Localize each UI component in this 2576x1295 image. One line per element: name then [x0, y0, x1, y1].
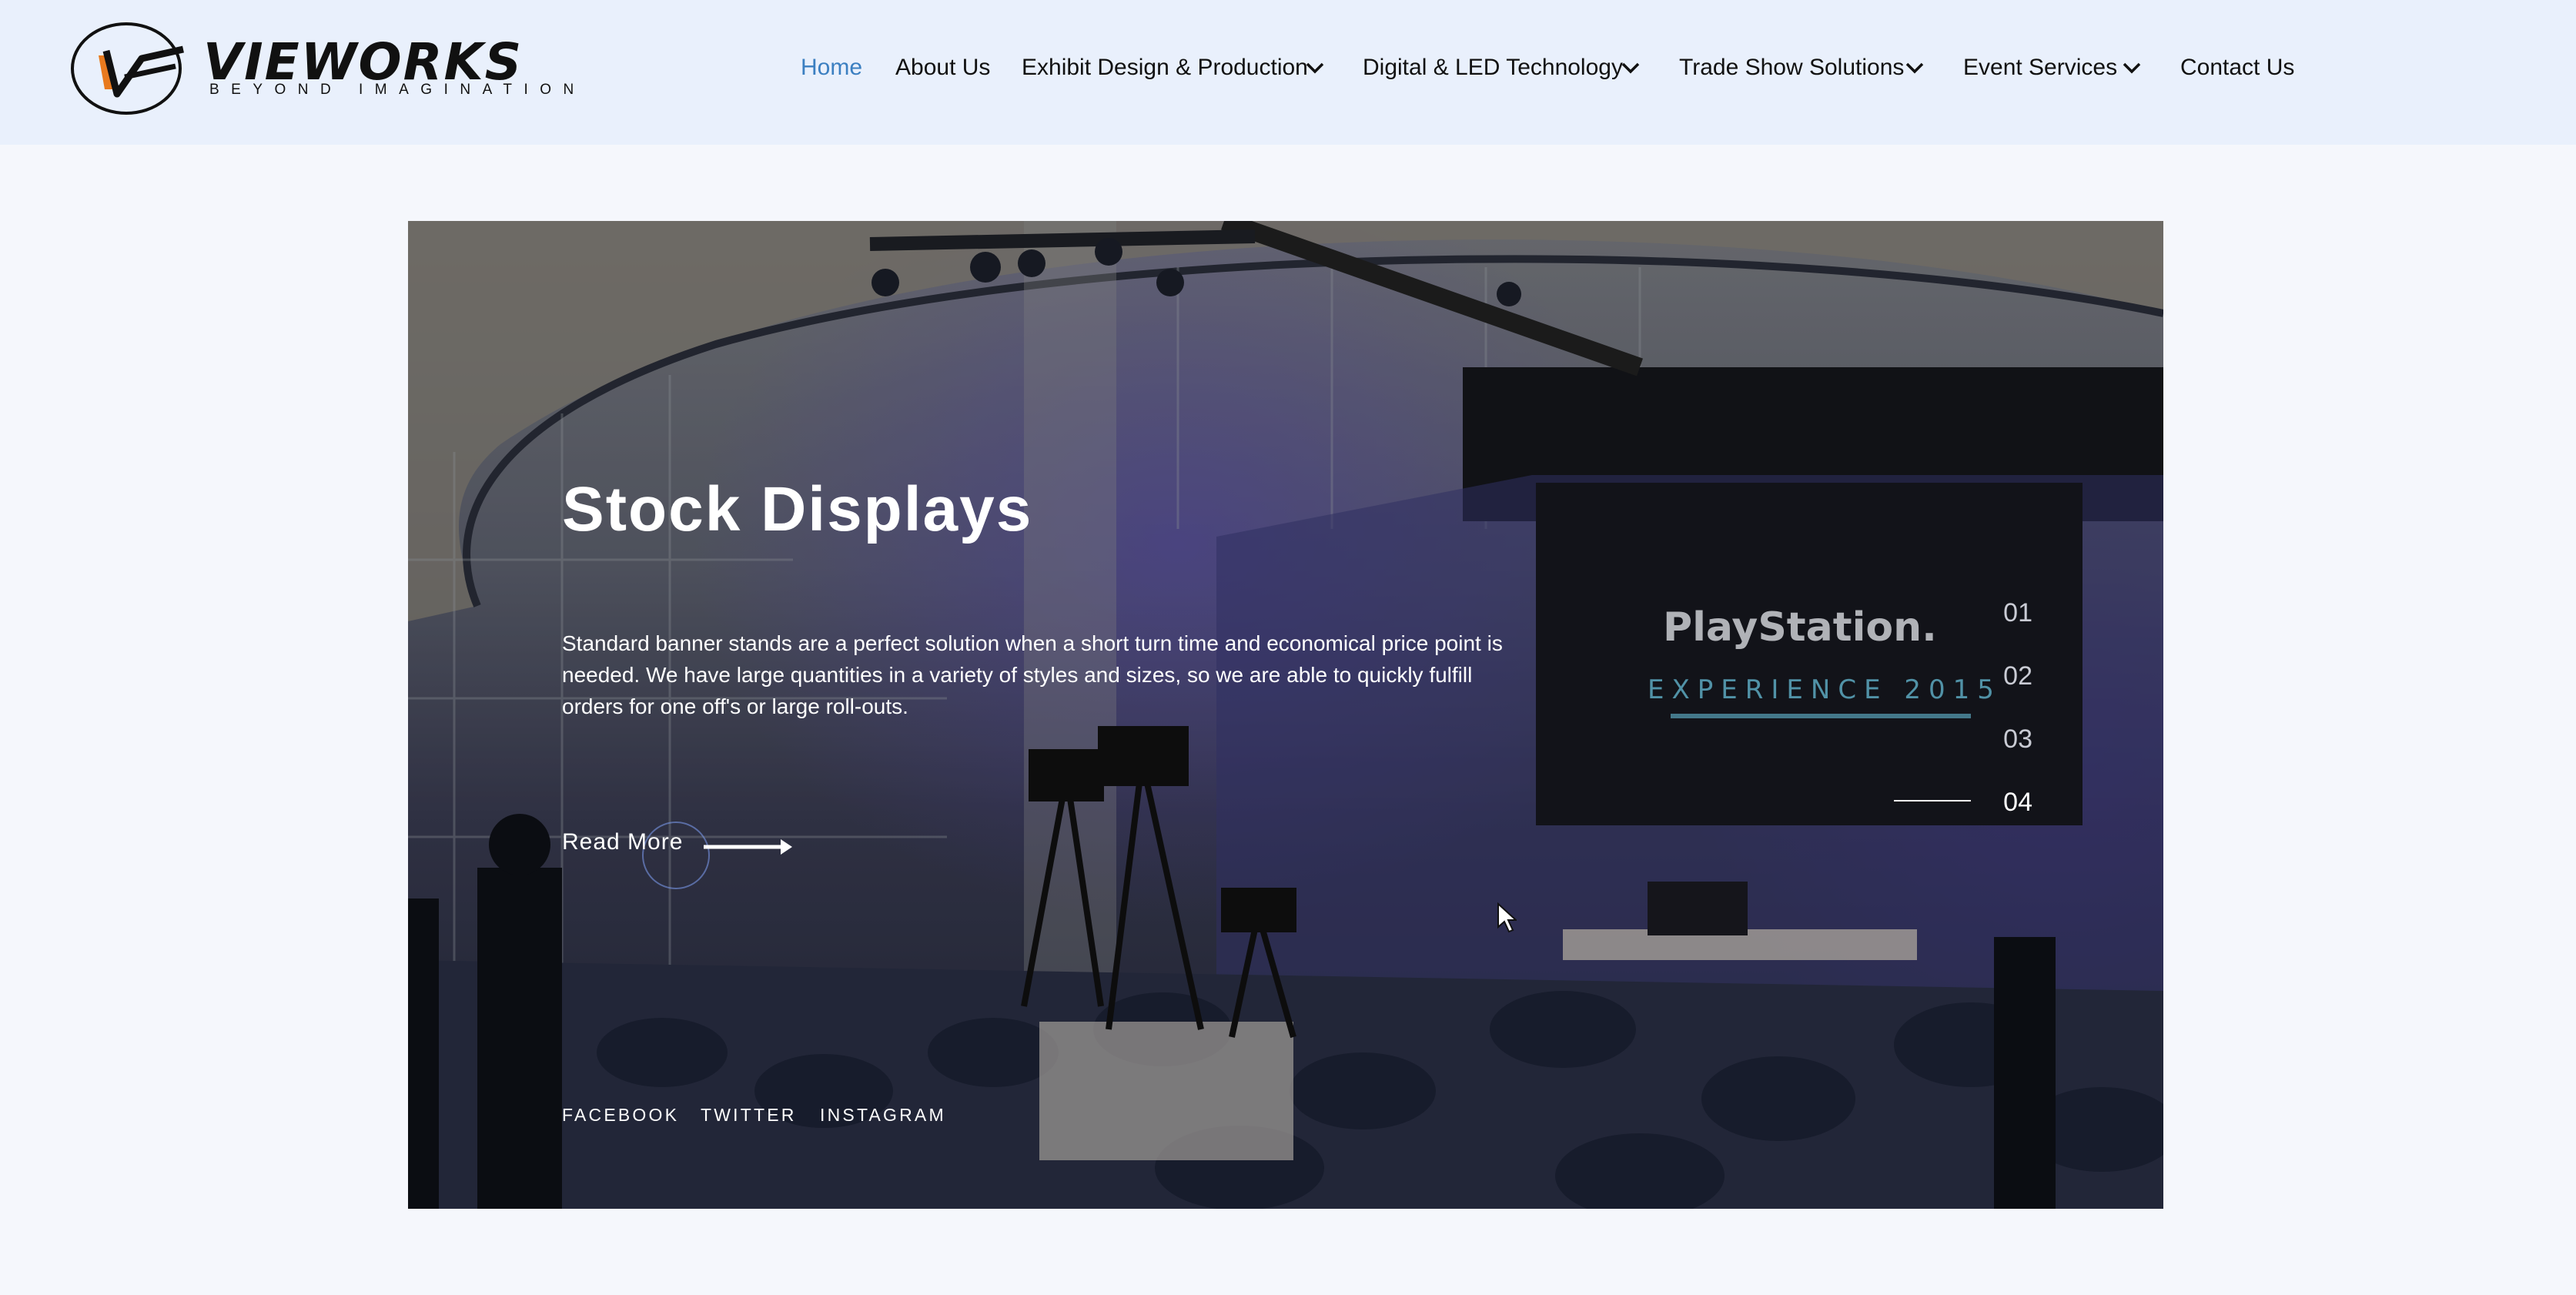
- nav-item-label: Contact Us: [2180, 55, 2295, 80]
- nav-item-exhibit-design[interactable]: Exhibit Design & Production: [1022, 52, 1308, 83]
- hero-description: Standard banner stands are a perfect sol…: [562, 631, 1503, 718]
- nav-item-home[interactable]: Home: [801, 52, 862, 83]
- chevron-down-icon[interactable]: [1304, 57, 1326, 79]
- site-logo[interactable]: VIEWORKS BEYOND IMAGINATION: [68, 20, 574, 117]
- slide-indicator-4[interactable]: 04: [2003, 788, 2032, 818]
- nav-item-label: Event Services: [1963, 55, 2118, 80]
- slide-indicator-3[interactable]: 03: [2003, 724, 2032, 755]
- nav-item-digital-led[interactable]: Digital & LED Technology: [1363, 52, 1623, 83]
- site-header: VIEWORKS BEYOND IMAGINATION Home About U…: [0, 0, 2576, 145]
- hero-slider: PlayStation. EXPERIENCE 2015 Stock Displ…: [408, 221, 2163, 1209]
- read-more-button[interactable]: Read More: [562, 822, 808, 889]
- read-more-label: Read More: [562, 829, 684, 855]
- slide-pager: 01 02 03 04: [1894, 598, 2048, 875]
- chevron-down-icon[interactable]: [1620, 57, 1641, 79]
- logo-emblem-icon: [71, 22, 184, 115]
- active-slide-line: [1894, 800, 1971, 801]
- nav-item-event-services[interactable]: Event Services: [1963, 52, 2117, 83]
- nav-item-about-us[interactable]: About Us: [895, 52, 990, 83]
- slide-indicator-2[interactable]: 02: [2003, 661, 2032, 691]
- chevron-down-icon[interactable]: [2121, 57, 2143, 79]
- nav-item-label: Exhibit Design & Production: [1022, 55, 1308, 80]
- logo-tagline: BEYOND IMAGINATION: [209, 82, 586, 98]
- instagram-link[interactable]: INSTAGRAM: [820, 1105, 946, 1126]
- nav-item-trade-show[interactable]: Trade Show Solutions: [1679, 52, 1904, 83]
- twitter-link[interactable]: TWITTER: [701, 1105, 797, 1126]
- facebook-link[interactable]: FACEBOOK: [562, 1105, 679, 1126]
- chevron-down-icon[interactable]: [1904, 57, 1925, 79]
- nav-item-label: About Us: [895, 55, 991, 80]
- hero-title: Stock Displays: [562, 474, 1033, 544]
- nav-item-label: Digital & LED Technology: [1363, 55, 1623, 80]
- mouse-cursor-icon: [1497, 902, 1517, 933]
- nav-item-label: Home: [801, 55, 863, 80]
- nav-item-label: Trade Show Solutions: [1679, 55, 1905, 80]
- slide-indicator-1[interactable]: 01: [2003, 598, 2032, 628]
- arrow-right-icon: [704, 839, 792, 855]
- nav-item-contact-us[interactable]: Contact Us: [2180, 52, 2294, 83]
